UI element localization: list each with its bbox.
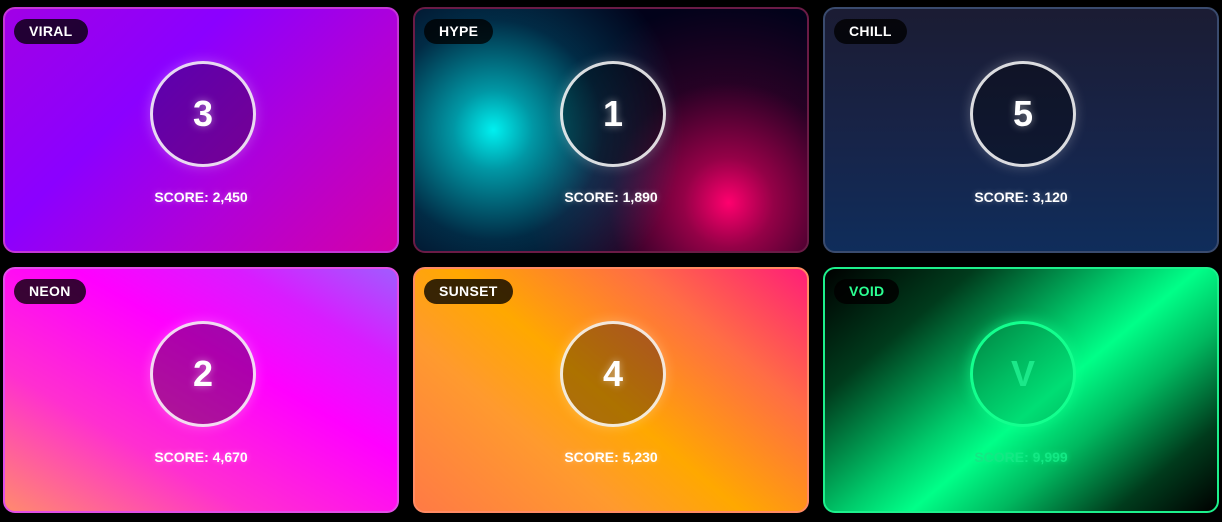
score-label: SCORE: 1,890 bbox=[564, 189, 658, 205]
rank-badge: 3 bbox=[150, 61, 256, 167]
card-chill[interactable]: CHILL 5 SCORE: 3,120 bbox=[823, 7, 1219, 253]
card-tag: NEON bbox=[14, 279, 86, 304]
card-void[interactable]: VOID V SCORE: 9,999 bbox=[823, 267, 1219, 513]
card-tag: HYPE bbox=[424, 19, 494, 44]
score-label: SCORE: 9,999 bbox=[974, 449, 1068, 465]
rank-badge: 1 bbox=[560, 61, 666, 167]
card-tag: CHILL bbox=[834, 19, 907, 44]
card-sunset[interactable]: SUNSET 4 SCORE: 5,230 bbox=[413, 267, 809, 513]
card-hype[interactable]: HYPE 1 SCORE: 1,890 bbox=[413, 7, 809, 253]
score-label: SCORE: 3,120 bbox=[974, 189, 1068, 205]
card-tag: VIRAL bbox=[14, 19, 88, 44]
score-label: SCORE: 2,450 bbox=[154, 189, 248, 205]
rank-badge: 2 bbox=[150, 321, 256, 427]
rank-badge: 5 bbox=[970, 61, 1076, 167]
score-label: SCORE: 4,670 bbox=[154, 449, 248, 465]
card-viral[interactable]: VIRAL 3 SCORE: 2,450 bbox=[3, 7, 399, 253]
card-tag: SUNSET bbox=[424, 279, 513, 304]
rank-badge: 4 bbox=[560, 321, 666, 427]
card-tag: VOID bbox=[834, 279, 900, 304]
card-neon[interactable]: NEON 2 SCORE: 4,670 bbox=[3, 267, 399, 513]
score-label: SCORE: 5,230 bbox=[564, 449, 658, 465]
card-grid: VIRAL 3 SCORE: 2,450 HYPE 1 SCORE: 1,890… bbox=[0, 0, 1222, 522]
rank-badge: V bbox=[970, 321, 1076, 427]
